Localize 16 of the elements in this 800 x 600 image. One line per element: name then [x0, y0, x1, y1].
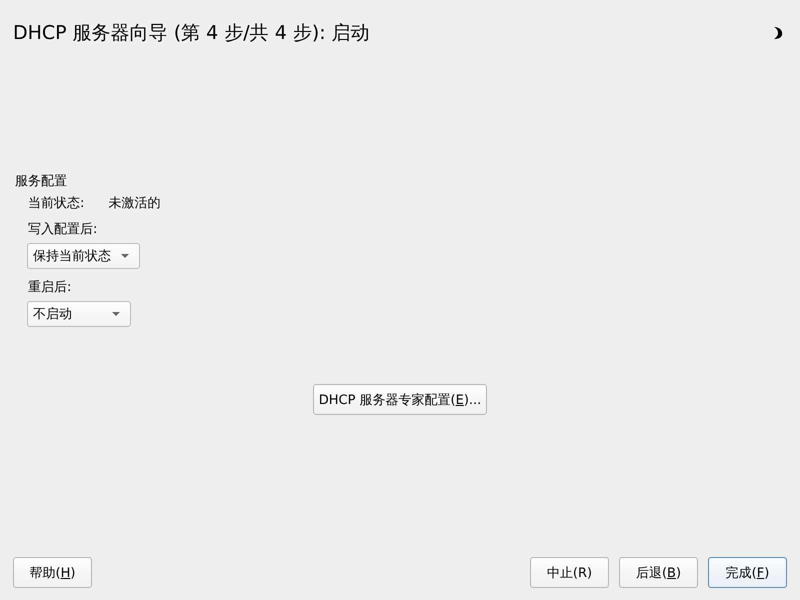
dropdown[interactable]: 保持当前状态 [27, 243, 140, 269]
field-label: 重启后: [27, 279, 72, 296]
field-label: 写入配置后: [27, 221, 98, 238]
expert-config-button[interactable]: DHCP 服务器专家配置(E)... [312, 384, 488, 415]
status-value: 未激活的 [108, 195, 160, 212]
dropdown[interactable]: 不启动 [27, 301, 131, 327]
status-label: 当前状态: [28, 195, 84, 212]
wizard-button[interactable]: 完成(F) [708, 557, 787, 588]
crescent-moon-icon [773, 26, 783, 40]
wizard-button[interactable]: 后退(B) [619, 557, 698, 588]
section-title: 服务配置 [15, 173, 67, 190]
window-title: DHCP 服务器向导 (第 4 步/共 4 步): 启动 [13, 21, 370, 46]
caret-icon [112, 312, 120, 316]
wizard-button[interactable]: 中止(R) [530, 557, 609, 588]
caret-icon [121, 254, 129, 258]
help-button[interactable]: 帮助(H) [13, 557, 92, 588]
